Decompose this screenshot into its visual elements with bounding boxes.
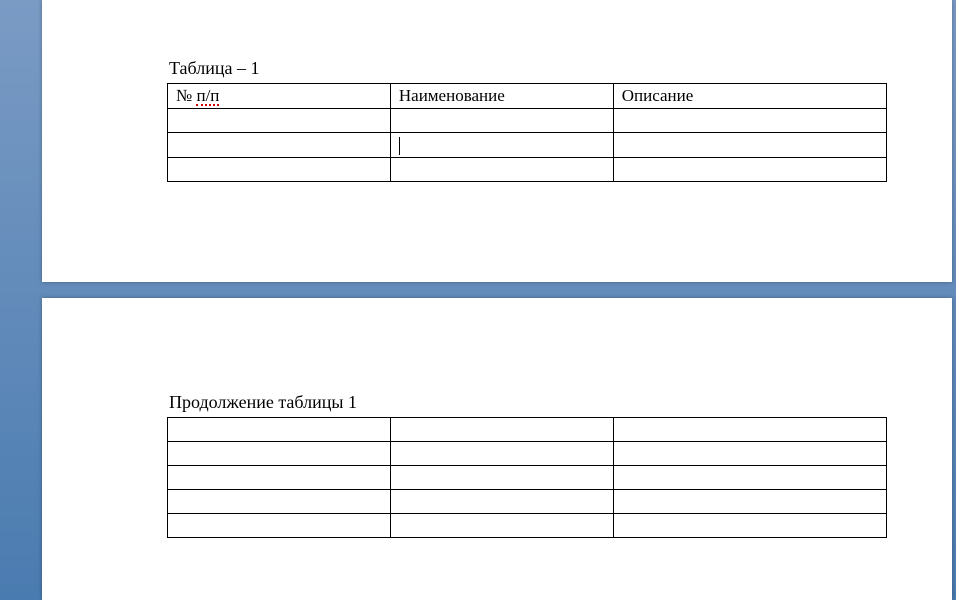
caption-2-text: Продолжение таблицы 1 — [169, 392, 357, 412]
table-cell[interactable] — [390, 466, 613, 490]
table-1[interactable]: № п/п Наименование Описание — [167, 83, 887, 182]
table-row — [168, 514, 887, 538]
header-name-text: Наименование — [399, 86, 505, 105]
table-cell[interactable] — [613, 466, 886, 490]
table-cell[interactable] — [613, 490, 886, 514]
header-cell-number[interactable]: № п/п — [168, 84, 391, 109]
table-cell[interactable] — [168, 442, 391, 466]
page-1-content: Таблица – 1 № п/п Наименование Описание — [167, 58, 887, 182]
table-cell[interactable] — [168, 109, 391, 133]
table-cell[interactable] — [390, 514, 613, 538]
table-cell[interactable] — [390, 490, 613, 514]
document-page-1[interactable]: Таблица – 1 № п/п Наименование Описание — [42, 0, 952, 282]
document-page-2[interactable]: Продолжение таблицы 1 — [42, 298, 952, 600]
table-2[interactable] — [167, 417, 887, 538]
table-cell[interactable] — [168, 466, 391, 490]
table-cell[interactable] — [390, 418, 613, 442]
table-row — [168, 418, 887, 442]
header-number-prefix: № — [176, 86, 196, 105]
table-cell-active[interactable] — [390, 133, 613, 158]
table-cell[interactable] — [613, 418, 886, 442]
table-row — [168, 442, 887, 466]
table-cell[interactable] — [390, 442, 613, 466]
table-cell[interactable] — [613, 514, 886, 538]
table-row — [168, 133, 887, 158]
caption-text-prefix: Таблица — [169, 58, 232, 78]
header-cell-name[interactable]: Наименование — [390, 84, 613, 109]
caption-text-suffix: – 1 — [232, 58, 259, 78]
header-description-text: Описание — [622, 86, 694, 105]
table-cell[interactable] — [168, 158, 391, 182]
table-cell[interactable] — [613, 133, 886, 158]
table-header-row: № п/п Наименование Описание — [168, 84, 887, 109]
text-cursor — [399, 137, 400, 155]
table-cell[interactable] — [168, 133, 391, 158]
table-cell[interactable] — [390, 109, 613, 133]
table-cell[interactable] — [613, 442, 886, 466]
table-row — [168, 466, 887, 490]
table-row — [168, 109, 887, 133]
table-cell[interactable] — [168, 490, 391, 514]
table-cell[interactable] — [168, 418, 391, 442]
page-2-content: Продолжение таблицы 1 — [167, 392, 887, 538]
table-cell[interactable] — [390, 158, 613, 182]
table-1-caption[interactable]: Таблица – 1 — [167, 58, 887, 79]
table-row — [168, 490, 887, 514]
table-cell[interactable] — [168, 514, 391, 538]
header-number-underlined: п/п — [196, 87, 219, 106]
table-cell[interactable] — [613, 158, 886, 182]
table-row — [168, 158, 887, 182]
table-2-caption[interactable]: Продолжение таблицы 1 — [167, 392, 887, 413]
header-cell-description[interactable]: Описание — [613, 84, 886, 109]
table-cell[interactable] — [613, 109, 886, 133]
